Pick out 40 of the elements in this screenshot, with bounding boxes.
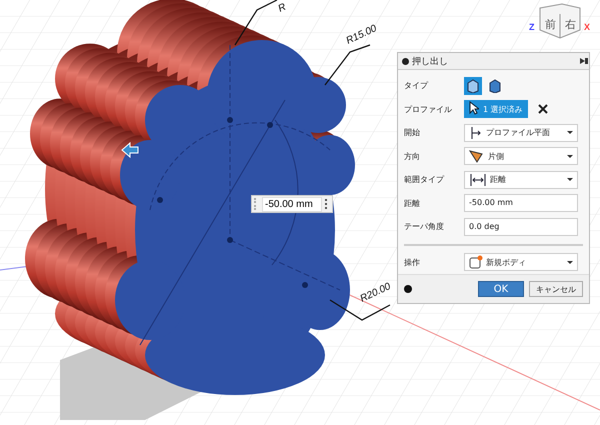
dimension-label: R [276, 2, 288, 15]
axis-label: X [584, 22, 590, 32]
cursor-icon [469, 101, 479, 118]
arrow-icon [121, 142, 138, 158]
more-icon[interactable] [325, 199, 329, 209]
expand-icon[interactable] [580, 58, 585, 64]
cube-face-label: 前 [545, 18, 556, 31]
flag-icon [469, 149, 485, 164]
ok-button[interactable]: OK [478, 281, 524, 297]
caret-icon [567, 178, 573, 182]
distance-field[interactable]: -50.00 mm [251, 195, 333, 213]
body-icon [469, 255, 483, 270]
solid-icon[interactable] [464, 76, 482, 95]
field-label: テーパ角度 [404, 221, 445, 232]
collapse-icon[interactable] [402, 58, 409, 64]
dropdown[interactable]: 新規ボディ [464, 253, 578, 272]
axis-label: Z [529, 22, 534, 32]
distance-icon [469, 172, 487, 187]
input-field[interactable]: -50.00 mm [464, 194, 578, 212]
input-field[interactable]: 0.0 deg [464, 218, 578, 236]
dropdown[interactable]: 距離 [464, 170, 578, 189]
dropdown[interactable]: プロファイル平面 [464, 124, 578, 142]
info-icon[interactable] [404, 285, 412, 293]
caret-icon [567, 131, 573, 134]
cube-face-label: 右 [565, 18, 576, 31]
field-label: 操作 [404, 256, 421, 268]
dialog-title: 押し出し [412, 56, 449, 68]
field-label: 開始 [404, 127, 421, 138]
caret-icon [567, 154, 573, 158]
field-label: タイプ [404, 80, 430, 92]
field-label: 距離 [404, 198, 421, 209]
cancel-button[interactable]: キャンセル [529, 281, 583, 297]
field-label: 範囲タイプ [404, 174, 446, 186]
field-label: 方向 [404, 150, 421, 162]
start-plane-icon [469, 126, 483, 140]
view-cube-drawing [540, 4, 580, 39]
close-icon[interactable] [538, 104, 548, 114]
field-label: プロファイル [404, 104, 453, 115]
dropdown[interactable]: 片側 [464, 147, 578, 166]
caret-icon [567, 260, 573, 264]
